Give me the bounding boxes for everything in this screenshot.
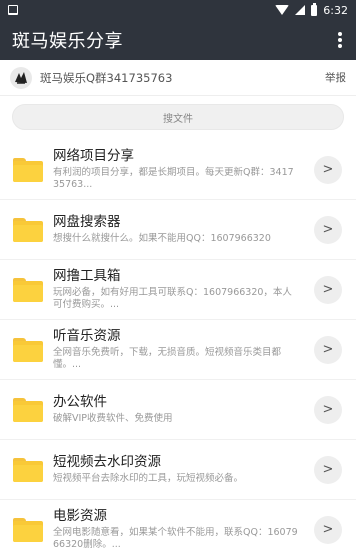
item-title: 听音乐资源 <box>53 328 121 344</box>
list-item[interactable]: 网盘搜索器想搜什么就搜什么。如果不能用QQ：1607966320 > <box>0 200 356 260</box>
signal-icon <box>295 5 306 15</box>
folder-icon <box>13 337 43 362</box>
item-title: 网撸工具箱 <box>53 268 121 284</box>
item-description: 短视频平台去除水印的工具，玩短视频必备。 <box>53 473 244 484</box>
app-bar: 斑马娱乐分享 <box>0 20 356 60</box>
item-title: 电影资源 <box>53 508 107 524</box>
folder-icon <box>13 277 43 302</box>
notification-icon <box>8 5 18 15</box>
status-bar: 6:32 <box>0 0 356 20</box>
app-title: 斑马娱乐分享 <box>12 31 123 52</box>
chevron-right-icon[interactable]: > <box>314 155 342 184</box>
list-item[interactable]: 电影资源全网电影随意看，如果某个软件不能用，联系QQ：1607966320删除。… <box>0 500 356 559</box>
item-description: 有利润的项目分享，都是长期项目。每天更新Q群：341735763... <box>53 167 294 190</box>
group-bar: 斑马娱乐Q群341735763 举报 <box>0 60 356 96</box>
chevron-right-icon[interactable]: > <box>314 335 342 364</box>
chevron-right-icon[interactable]: > <box>314 455 342 484</box>
chevron-right-icon[interactable]: > <box>314 275 342 304</box>
item-title: 办公软件 <box>53 394 107 410</box>
item-description: 玩网必备，如有好用工具可联系Q：1607966320，本人可付费购买。... <box>53 287 292 310</box>
status-time: 6:32 <box>323 3 348 17</box>
item-description: 全网电影随意看，如果某个软件不能用，联系QQ：1607966320删除。... <box>53 527 298 550</box>
folder-icon <box>13 217 43 242</box>
list-item[interactable]: 听音乐资源全网音乐免费听，下载，无损音质。短视频音乐类目都懂。... > <box>0 320 356 380</box>
report-link[interactable]: 举报 <box>325 70 346 85</box>
folder-icon <box>13 157 43 182</box>
item-title: 网盘搜索器 <box>53 214 121 230</box>
list-item[interactable]: 网撸工具箱玩网必备，如有好用工具可联系Q：1607966320，本人可付费购买。… <box>0 260 356 320</box>
wifi-icon <box>275 5 290 15</box>
chevron-right-icon[interactable]: > <box>314 395 342 424</box>
chevron-right-icon[interactable]: > <box>314 515 342 544</box>
avatar <box>10 66 32 89</box>
search-input[interactable]: 搜文件 <box>12 104 344 130</box>
folder-icon <box>13 397 43 422</box>
battery-icon <box>311 2 318 16</box>
item-description: 想搜什么就搜什么。如果不能用QQ：1607966320 <box>53 233 271 244</box>
item-description: 破解VIP收费软件、免费使用 <box>53 413 173 424</box>
folder-icon <box>13 457 43 482</box>
item-title: 短视频去水印资源 <box>53 454 161 470</box>
chevron-right-icon[interactable]: > <box>314 215 342 244</box>
item-description: 全网音乐免费听，下载，无损音质。短视频音乐类目都懂。... <box>53 347 282 370</box>
file-list: 网络项目分享有利润的项目分享，都是长期项目。每天更新Q群：341735763..… <box>0 140 356 559</box>
list-item[interactable]: 短视频去水印资源短视频平台去除水印的工具，玩短视频必备。 > <box>0 440 356 500</box>
folder-icon <box>13 517 43 542</box>
list-item[interactable]: 办公软件破解VIP收费软件、免费使用 > <box>0 380 356 440</box>
list-item[interactable]: 网络项目分享有利润的项目分享，都是长期项目。每天更新Q群：341735763..… <box>0 140 356 200</box>
group-name[interactable]: 斑马娱乐Q群341735763 <box>40 70 172 86</box>
more-options-icon[interactable] <box>334 30 346 50</box>
item-title: 网络项目分享 <box>53 148 134 164</box>
